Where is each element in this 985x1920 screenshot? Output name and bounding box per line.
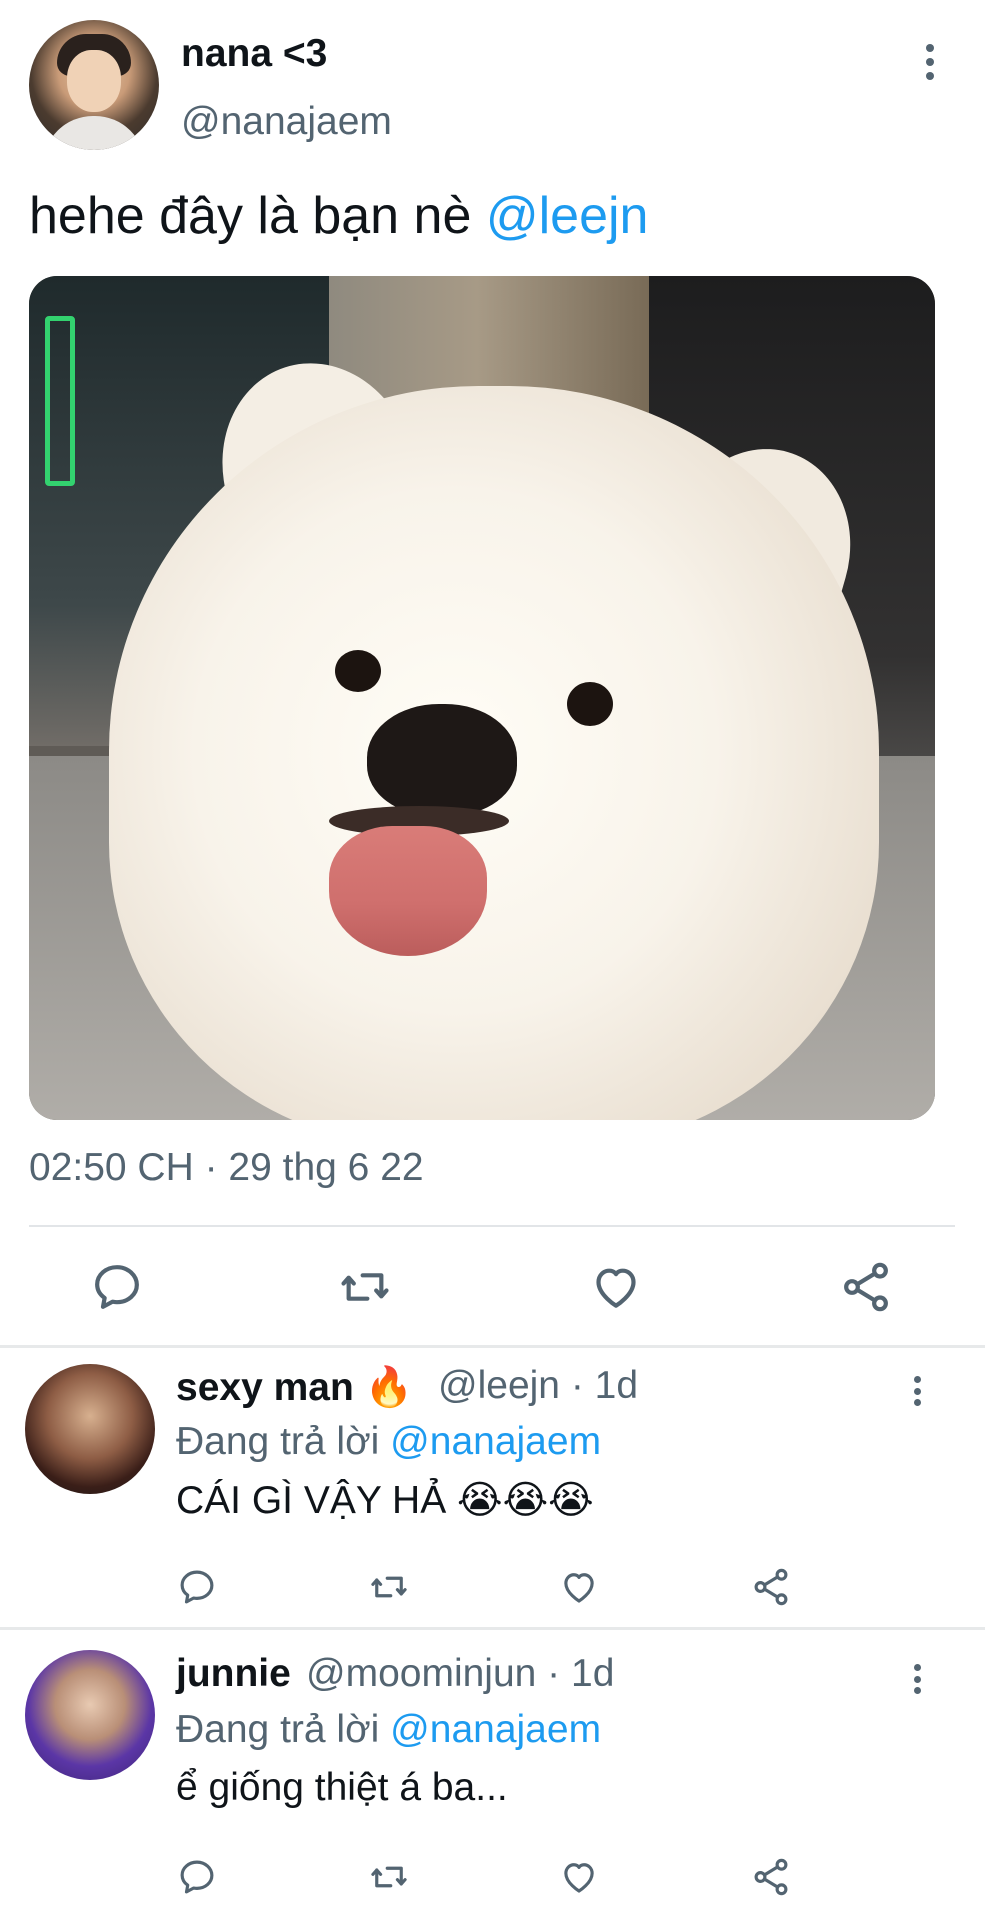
share-icon[interactable] [838, 1259, 894, 1315]
reply-author-name[interactable]: junnie [176, 1652, 291, 1696]
reply-avatar[interactable] [25, 1650, 155, 1780]
avatar-shirt [43, 116, 145, 150]
author-handle[interactable]: @nanajaem [181, 100, 392, 144]
reply-icon[interactable] [176, 1566, 218, 1608]
crying-emoji: 😭😭😭 [457, 1478, 594, 1523]
reply-more-options-icon[interactable] [908, 1376, 926, 1406]
replying-to: Đang trả lời @nanajaem [176, 1420, 602, 1463]
reply-icon[interactable] [89, 1259, 145, 1315]
like-icon[interactable] [558, 1856, 600, 1898]
reply-time: 1d [571, 1652, 615, 1695]
avatar[interactable] [29, 20, 159, 150]
divider [29, 1225, 955, 1227]
author-display-name[interactable]: nana <3 [181, 32, 327, 76]
reply-item[interactable]: sexy man 🔥 @leejn · 1d Đang trả lời @nan… [0, 1348, 985, 1630]
replying-to: Đang trả lời @nanajaem [176, 1708, 602, 1751]
retweet-icon[interactable] [368, 1856, 410, 1898]
share-icon[interactable] [750, 1566, 792, 1608]
tweet-text: hehe đây là bạn nè @leejn [29, 186, 648, 246]
reply-handle[interactable]: @leejn [438, 1364, 560, 1407]
retweet-icon[interactable] [337, 1259, 393, 1315]
share-icon[interactable] [750, 1856, 792, 1898]
reply-handle[interactable]: @moominjun [306, 1652, 536, 1695]
retweet-icon[interactable] [368, 1566, 410, 1608]
main-tweet: nana <3 @nanajaem hehe đây là bạn nè @le… [0, 0, 985, 1348]
like-icon[interactable] [588, 1259, 644, 1315]
reply-author-name[interactable]: sexy man 🔥 [176, 1364, 413, 1410]
reply-item[interactable]: junnie @moominjun · 1d Đang trả lời @nan… [0, 1630, 985, 1920]
reply-icon[interactable] [176, 1856, 218, 1898]
reply-more-options-icon[interactable] [908, 1664, 926, 1694]
tweet-body: hehe đây là bạn nè [29, 187, 486, 245]
like-icon[interactable] [558, 1566, 600, 1608]
reply-meta: @moominjun · 1d [306, 1652, 615, 1695]
fire-emoji: 🔥 [364, 1365, 414, 1410]
reply-avatar[interactable] [25, 1364, 155, 1494]
tweet-image[interactable] [29, 276, 935, 1120]
avatar-face [67, 50, 121, 112]
replying-to-mention[interactable]: @nanajaem [390, 1708, 601, 1751]
mention-link[interactable]: @leejn [486, 187, 649, 245]
replying-to-mention[interactable]: @nanajaem [390, 1420, 601, 1463]
reply-text: CÁI GÌ VẬY HẢ 😭😭😭 [176, 1478, 594, 1523]
reply-meta: @leejn · 1d [438, 1364, 639, 1407]
more-options-icon[interactable] [918, 44, 942, 80]
reply-text: ể giống thiệt á ba... [176, 1766, 508, 1809]
reply-time: 1d [594, 1364, 639, 1407]
tweet-timestamp: 02:50 CH · 29 thg 6 22 [29, 1146, 424, 1189]
